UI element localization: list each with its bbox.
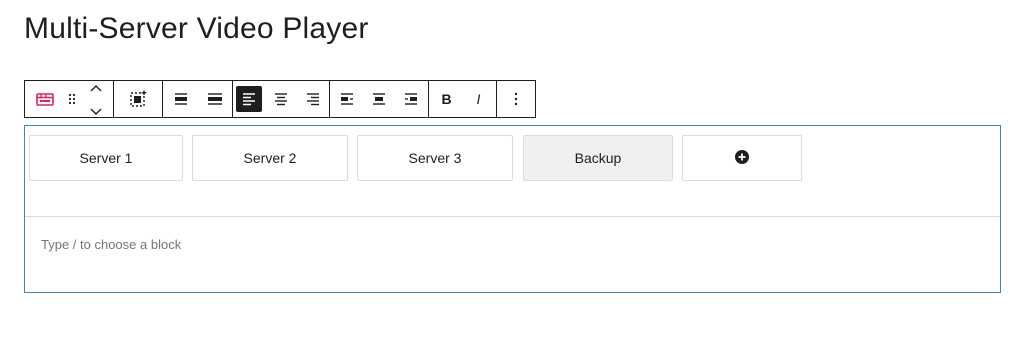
align-full-button[interactable] <box>203 81 227 117</box>
italic-label: I <box>476 91 481 107</box>
server-button-backup[interactable]: Backup <box>523 135 673 181</box>
align-left-button[interactable] <box>235 81 263 117</box>
block-toolbar: B I <box>24 80 536 118</box>
toolbar-group-justify <box>330 81 429 117</box>
page-title: Multi-Server Video Player <box>24 12 369 45</box>
align-right-button[interactable] <box>299 81 327 117</box>
select-parent-button[interactable] <box>114 81 162 117</box>
toolbar-group-format: B I <box>429 81 497 117</box>
select-parent-icon <box>129 90 147 108</box>
toolbar-group-width <box>163 81 233 117</box>
justify-center-button[interactable] <box>365 81 393 117</box>
justify-center-icon <box>371 92 387 106</box>
server-button-label: Backup <box>574 150 622 166</box>
block-type-button[interactable] <box>25 81 65 117</box>
server-button-2[interactable]: Server 2 <box>192 135 348 181</box>
mover-buttons <box>79 81 113 117</box>
server-button-label: Server 3 <box>408 150 462 166</box>
align-wide-button[interactable] <box>169 81 193 117</box>
align-center-icon <box>273 92 289 106</box>
toolbar-group-text-align <box>233 81 330 117</box>
justify-left-icon <box>339 92 355 106</box>
toolbar-group-block <box>25 81 114 117</box>
video-block-icon <box>36 91 54 107</box>
bold-button[interactable]: B <box>434 81 460 117</box>
move-down-icon[interactable] <box>90 102 102 120</box>
justify-right-icon <box>403 92 419 106</box>
align-full-icon <box>207 92 223 106</box>
align-right-icon <box>305 92 321 106</box>
more-options-button[interactable] <box>498 81 534 117</box>
drag-handle[interactable] <box>65 81 79 117</box>
block-placeholder[interactable]: Type / to choose a block <box>41 237 181 252</box>
align-left-icon <box>236 86 262 112</box>
server-button-1[interactable]: Server 1 <box>29 135 183 181</box>
bold-label: B <box>441 91 452 107</box>
block-divider <box>25 216 1000 217</box>
server-button-label: Server 1 <box>79 150 133 166</box>
move-up-icon[interactable] <box>90 79 102 97</box>
more-options-icon <box>514 92 518 106</box>
video-player-block[interactable]: Server 1 Server 2 Server 3 Backup Type /… <box>24 125 1001 293</box>
toolbar-group-options <box>497 81 535 117</box>
align-wide-icon <box>173 92 189 106</box>
align-center-button[interactable] <box>267 81 295 117</box>
justify-right-button[interactable] <box>397 81 425 117</box>
justify-left-button[interactable] <box>333 81 361 117</box>
server-button-label: Server 2 <box>243 150 297 166</box>
plus-circle-icon <box>735 149 749 167</box>
toolbar-group-parent <box>114 81 163 117</box>
italic-button[interactable]: I <box>466 81 492 117</box>
server-button-3[interactable]: Server 3 <box>357 135 513 181</box>
add-server-button[interactable] <box>682 135 802 181</box>
drag-handle-icon <box>68 93 76 105</box>
